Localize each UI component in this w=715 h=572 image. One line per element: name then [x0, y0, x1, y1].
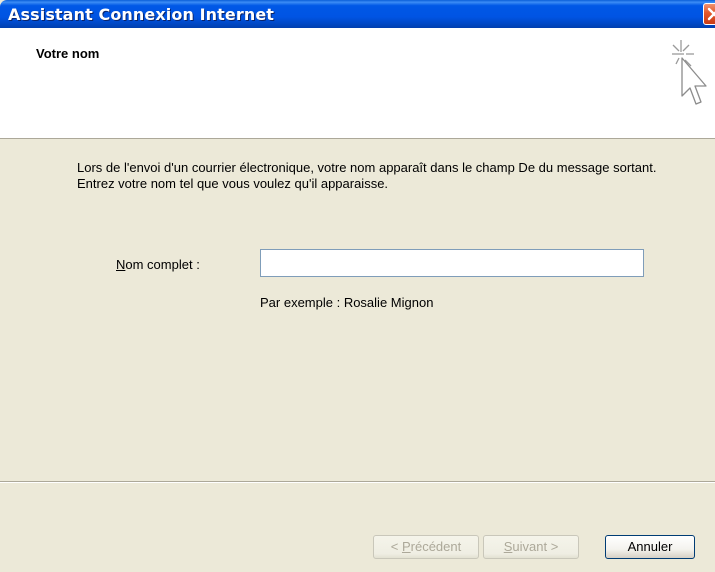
full-name-label-text: om complet :	[125, 257, 200, 272]
window-title: Assistant Connexion Internet	[8, 5, 275, 24]
full-name-label: Nom complet :	[116, 257, 200, 272]
close-button[interactable]	[703, 3, 715, 25]
next-button-label: uivant	[512, 539, 548, 554]
wizard-content: Lors de l'envoi d'un courrier électroniq…	[0, 139, 715, 481]
title-bar[interactable]: Assistant Connexion Internet	[0, 0, 715, 28]
previous-button-prefix: <	[390, 539, 402, 554]
wizard-header: Votre nom	[0, 28, 715, 139]
full-name-label-accesskey: N	[116, 257, 126, 272]
next-button-suffix: >	[547, 539, 559, 554]
example-hint: Par exemple : Rosalie Mignon	[260, 295, 434, 310]
footer-separator	[0, 481, 715, 483]
close-icon	[707, 7, 715, 21]
page-title: Votre nom	[36, 46, 100, 61]
cancel-button[interactable]: Annuler	[605, 535, 695, 559]
previous-button-label: récédent	[410, 539, 462, 554]
full-name-input[interactable]	[260, 249, 644, 277]
wizard-window: Assistant Connexion Internet Votre nom L…	[0, 0, 715, 572]
next-button[interactable]: Suivant >	[483, 535, 579, 559]
intro-text: Lors de l'envoi d'un courrier électroniq…	[77, 160, 657, 191]
previous-button[interactable]: < Précédent	[373, 535, 479, 559]
previous-button-accesskey: P	[401, 539, 411, 554]
wizard-cursor-icon	[672, 40, 707, 105]
